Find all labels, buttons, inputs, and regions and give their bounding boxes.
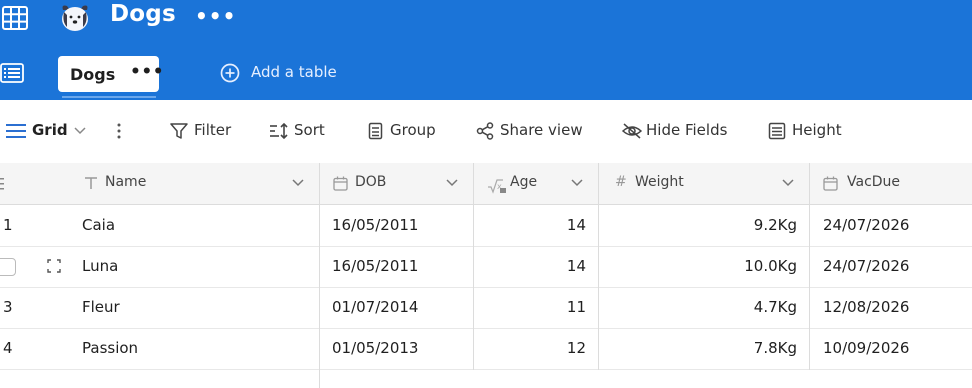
table-row[interactable]: 3 Fleur 01/07/2014 11 4.7Kg 12/08/2026 xyxy=(0,287,972,329)
cell-age[interactable]: 11 xyxy=(474,298,586,316)
column-label: Age xyxy=(510,174,538,190)
row-height-button[interactable]: Height xyxy=(768,120,846,142)
cell-dob[interactable]: 01/05/2013 xyxy=(332,339,418,357)
chevron-down-icon[interactable] xyxy=(292,179,304,187)
cell-name[interactable]: Luna xyxy=(82,257,118,275)
cell-age[interactable]: 14 xyxy=(474,216,586,234)
column-label: DOB xyxy=(355,174,387,190)
expand-record-icon[interactable] xyxy=(47,259,61,277)
row-height-label: Height xyxy=(792,121,842,139)
hide-fields-label: Hide Fields xyxy=(646,121,728,139)
formula-icon: x xyxy=(487,178,509,198)
cell-weight[interactable]: 10.0Kg xyxy=(599,257,797,275)
cell-weight[interactable]: 9.2Kg xyxy=(599,216,797,234)
cell-age[interactable]: 14 xyxy=(474,257,586,275)
cell-dob[interactable]: 01/07/2014 xyxy=(332,298,418,316)
table-row[interactable]: 1 Caia 16/05/2011 14 9.2Kg 24/07/2026 xyxy=(0,205,972,247)
number-icon: # xyxy=(615,174,627,190)
tab-dogs[interactable]: Dogs ••• xyxy=(58,56,164,92)
column-header-age[interactable]: x Age xyxy=(474,163,598,204)
column-label: Weight xyxy=(635,174,684,190)
hide-fields-button[interactable]: Hide Fields xyxy=(622,120,732,142)
cell-weight[interactable]: 4.7Kg xyxy=(599,298,797,316)
grid-view-icon xyxy=(6,124,26,138)
column-divider xyxy=(598,163,599,370)
sort-icon xyxy=(270,122,288,140)
group-label: Group xyxy=(390,121,436,139)
view-toolbar: Grid Filter Sort Group Share view Hide F… xyxy=(0,100,972,164)
chevron-down-icon[interactable] xyxy=(782,179,794,187)
row-select-icon[interactable] xyxy=(0,178,6,190)
cell-vacdue[interactable]: 24/07/2026 xyxy=(823,257,909,275)
cell-vacdue[interactable]: 12/08/2026 xyxy=(823,298,909,316)
filter-label: Filter xyxy=(194,121,232,139)
column-divider xyxy=(809,163,810,370)
group-icon xyxy=(368,122,383,140)
cell-name[interactable]: Fleur xyxy=(82,298,120,316)
share-view-label: Share view xyxy=(500,121,583,139)
cell-vacdue[interactable]: 10/09/2026 xyxy=(823,339,909,357)
row-height-icon xyxy=(768,122,786,140)
row-number: 4 xyxy=(3,339,13,357)
column-divider xyxy=(319,163,320,388)
column-label: Name xyxy=(105,174,147,190)
column-header-dob[interactable]: DOB xyxy=(320,163,473,204)
calendar-icon xyxy=(823,176,838,195)
dog-logo-icon xyxy=(62,5,88,31)
chevron-down-icon xyxy=(74,127,86,135)
table-row[interactable]: 4 Passion 01/05/2013 12 7.8Kg 10/09/2026 xyxy=(0,328,972,370)
table-row[interactable]: Luna 16/05/2011 14 10.0Kg 24/07/2026 xyxy=(0,246,972,288)
group-button[interactable]: Group xyxy=(368,120,440,142)
calendar-icon xyxy=(333,176,348,195)
plus-circle-icon xyxy=(220,63,240,83)
more-options-button[interactable] xyxy=(116,120,126,142)
tab-menu-button[interactable]: ••• xyxy=(130,62,164,82)
row-number: 1 xyxy=(3,216,13,234)
vertical-dots-icon xyxy=(117,123,121,139)
share-icon xyxy=(476,122,494,140)
eye-off-icon xyxy=(622,123,642,139)
grid-header: Name DOB x Age # Weight VacDue xyxy=(0,163,972,205)
add-table-label: Add a table xyxy=(251,63,337,81)
column-header-name[interactable]: Name xyxy=(80,163,310,204)
base-title[interactable]: Dogs xyxy=(110,1,176,27)
view-switcher-button[interactable]: Grid xyxy=(6,120,92,142)
cell-name[interactable]: Caia xyxy=(82,216,115,234)
cell-weight[interactable]: 7.8Kg xyxy=(599,339,797,357)
chevron-down-icon[interactable] xyxy=(446,179,458,187)
list-icon[interactable] xyxy=(0,63,24,83)
row-number: 3 xyxy=(3,298,13,316)
sort-label: Sort xyxy=(294,121,325,139)
cell-vacdue[interactable]: 24/07/2026 xyxy=(823,216,909,234)
column-header-weight[interactable]: # Weight xyxy=(599,163,809,204)
chevron-down-icon[interactable] xyxy=(571,179,583,187)
share-view-button[interactable]: Share view xyxy=(476,120,586,142)
tab-underline xyxy=(62,96,156,98)
text-icon xyxy=(84,176,98,194)
column-divider xyxy=(473,163,474,370)
row-checkbox[interactable] xyxy=(0,258,16,276)
cell-age[interactable]: 12 xyxy=(474,339,586,357)
app-header: Dogs ••• Dogs ••• Add a table xyxy=(0,0,972,100)
view-name: Grid xyxy=(32,121,68,139)
cell-dob[interactable]: 16/05/2011 xyxy=(332,216,418,234)
apps-grid-icon[interactable] xyxy=(2,6,28,30)
cell-name[interactable]: Passion xyxy=(82,339,138,357)
filter-button[interactable]: Filter xyxy=(170,120,240,142)
tab-label: Dogs xyxy=(70,65,116,84)
filter-icon xyxy=(170,123,188,139)
sort-button[interactable]: Sort xyxy=(269,120,331,142)
column-label: VacDue xyxy=(847,174,901,190)
column-header-vacdue[interactable]: VacDue xyxy=(810,163,972,204)
base-menu-button[interactable]: ••• xyxy=(195,4,236,28)
cell-dob[interactable]: 16/05/2011 xyxy=(332,257,418,275)
